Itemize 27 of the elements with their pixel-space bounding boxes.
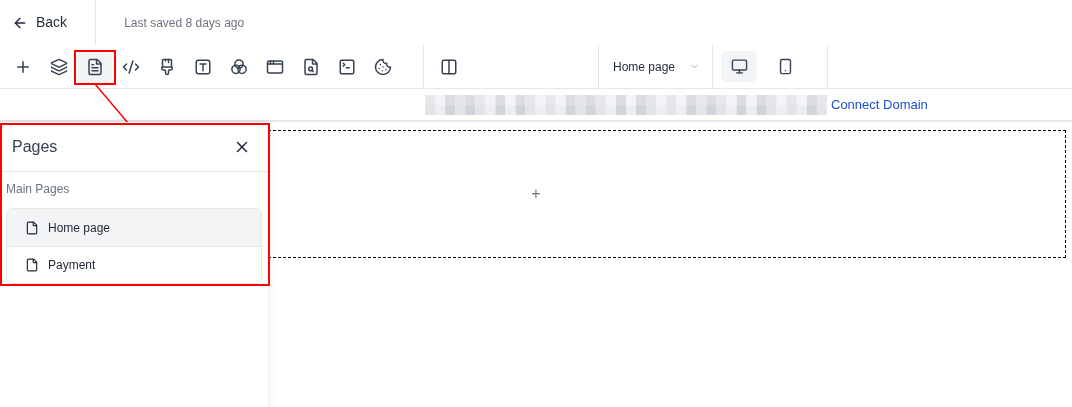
add-section-button[interactable]: + <box>531 182 541 206</box>
file-icon <box>25 220 39 235</box>
window-icon <box>266 57 284 76</box>
toolbar-button[interactable] <box>78 49 112 84</box>
page-item[interactable]: Payment <box>7 246 261 283</box>
page-dropdown[interactable]: Home page <box>599 45 712 88</box>
section-label: Main Pages <box>5 181 71 198</box>
terminal-icon <box>338 57 356 76</box>
cookie-icon <box>374 57 392 76</box>
monitor-icon <box>730 58 748 75</box>
file-icon <box>25 258 39 272</box>
document-icon <box>86 57 104 76</box>
file-search-icon <box>302 57 320 76</box>
connect-domain-link[interactable]: Connect Domain <box>831 94 928 115</box>
device-button[interactable] <box>721 51 757 82</box>
layers-icon <box>50 57 68 76</box>
text-icon <box>194 57 212 76</box>
code-icon <box>122 57 140 76</box>
circles-icon <box>230 57 248 76</box>
highlight-frame <box>74 50 116 85</box>
brush-icon <box>158 57 176 76</box>
last-saved-text: Last saved 8 days ago <box>123 14 245 32</box>
leader-line <box>94 84 130 124</box>
columns-icon <box>440 57 458 76</box>
back-button[interactable]: Back <box>0 0 96 45</box>
page-item[interactable]: Home page <box>7 209 261 246</box>
panel-title: Pages <box>12 136 58 157</box>
